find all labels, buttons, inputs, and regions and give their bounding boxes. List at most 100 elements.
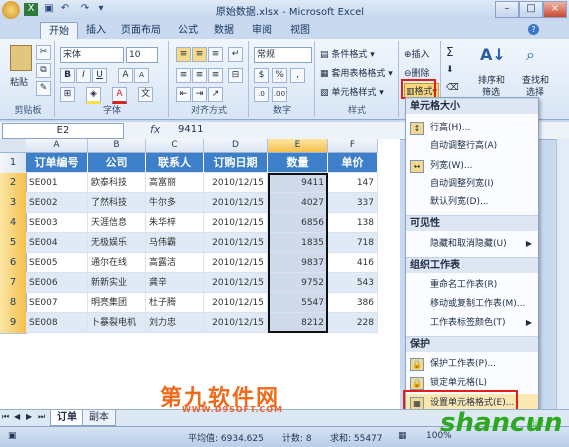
fill-icon[interactable]: ⬇ <box>446 65 454 75</box>
table-cell[interactable]: 牛尔多 <box>146 193 204 213</box>
row-header-7[interactable]: 7 <box>0 273 27 294</box>
menu-item-autofit-row[interactable]: 自动调整行高(A) <box>406 137 538 155</box>
table-header-cell[interactable]: 订单编号 <box>26 153 88 173</box>
paste-button[interactable]: 粘贴 <box>10 75 28 88</box>
insert-cells-button[interactable]: ⊕插入 <box>404 47 430 60</box>
cell-styles-button[interactable]: ▧ 单元格样式 ▾ <box>320 85 384 98</box>
menu-item-rename-sheet[interactable]: 重命名工作表(R) <box>406 276 538 294</box>
column-header-a[interactable]: A <box>26 139 88 153</box>
table-cell[interactable]: 朱华梓 <box>146 213 204 233</box>
table-cell[interactable]: 新新实业 <box>88 273 146 293</box>
name-box[interactable]: E2 <box>2 123 124 139</box>
sheet-nav-next-icon[interactable]: ▶ <box>26 412 32 421</box>
table-header-cell[interactable]: 订购日期 <box>204 153 268 173</box>
sheet-tab-copy[interactable]: 副本 <box>82 410 116 426</box>
table-cell[interactable]: 2010/12/15 <box>204 293 268 313</box>
table-cell[interactable]: 9837 <box>268 253 328 273</box>
menu-item-autofit-column[interactable]: 自动调整列宽(I) <box>406 175 538 193</box>
align-right-icon[interactable]: ≡ <box>208 68 223 83</box>
table-cell[interactable]: 2010/12/15 <box>204 233 268 253</box>
table-header-cell[interactable]: 数量 <box>268 153 328 173</box>
menu-item-row-height[interactable]: ↕ 行高(H)... <box>406 119 538 137</box>
menu-item-tab-color[interactable]: 工作表标签颜色(T) ▶ <box>406 314 538 332</box>
italic-button[interactable]: I <box>76 68 91 83</box>
table-header-cell[interactable]: 联系人 <box>146 153 204 173</box>
comma-button[interactable]: , <box>290 68 305 83</box>
table-cell[interactable]: 高露洁 <box>146 253 204 273</box>
table-cell[interactable]: 337 <box>328 193 378 213</box>
vertical-scrollbar[interactable] <box>556 139 569 409</box>
sheet-nav-first-icon[interactable]: ⏮ <box>2 412 9 422</box>
number-format-combo[interactable]: 常规 <box>254 47 312 63</box>
row-header-5[interactable]: 5 <box>0 233 27 254</box>
shrink-font-button[interactable]: A <box>134 68 149 83</box>
menu-item-column-width[interactable]: ↔ 列宽(W)... <box>406 157 538 175</box>
tab-review[interactable]: 审阅 <box>244 22 280 39</box>
redo-icon[interactable]: ↷ <box>78 3 92 16</box>
table-cell[interactable]: SE004 <box>26 233 88 253</box>
decrease-indent-icon[interactable]: ⇤ <box>176 87 191 102</box>
increase-decimal-icon[interactable]: .0 <box>254 87 269 102</box>
close-button[interactable]: × <box>543 1 567 18</box>
menu-item-default-width[interactable]: 默认列宽(D)... <box>406 193 538 211</box>
row-header-6[interactable]: 6 <box>0 253 27 274</box>
column-header-c[interactable]: C <box>146 139 204 153</box>
orientation-icon[interactable]: ↗ <box>208 87 223 102</box>
table-cell[interactable]: SE003 <box>26 213 88 233</box>
underline-button[interactable]: U <box>92 68 107 83</box>
font-color-button[interactable]: A <box>112 87 127 104</box>
merge-center-icon[interactable]: ⊟ <box>228 68 243 83</box>
table-cell[interactable]: 5547 <box>268 293 328 313</box>
undo-icon[interactable]: ↶ <box>58 3 72 16</box>
table-cell[interactable]: 416 <box>328 253 378 273</box>
font-size-combo[interactable]: 10 <box>126 47 158 63</box>
select-all-corner[interactable] <box>0 139 27 153</box>
table-header-cell[interactable]: 单价 <box>328 153 378 173</box>
table-cell[interactable]: 8212 <box>268 313 328 333</box>
row-header-4[interactable]: 4 <box>0 213 27 234</box>
tab-view[interactable]: 视图 <box>282 22 318 39</box>
office-button[interactable] <box>2 1 20 19</box>
percent-button[interactable]: % <box>272 68 287 83</box>
column-header-b[interactable]: B <box>88 139 146 153</box>
table-cell[interactable]: 明亮集团 <box>88 293 146 313</box>
fill-color-icon[interactable]: ◈ <box>86 87 101 104</box>
menu-item-protect-sheet[interactable]: 🔒 保护工作表(P)... <box>406 355 538 373</box>
clear-icon[interactable]: ⌫ <box>446 83 459 93</box>
table-cell[interactable]: 9411 <box>268 173 328 193</box>
column-header-e[interactable]: E <box>268 139 328 153</box>
sort-filter-icon[interactable]: A↓ <box>480 45 506 65</box>
row-header-1[interactable]: 1 <box>0 153 27 174</box>
table-cell[interactable]: 228 <box>328 313 378 333</box>
table-cell[interactable]: 无极娱乐 <box>88 233 146 253</box>
table-cell[interactable]: 欧泰科技 <box>88 173 146 193</box>
table-cell[interactable]: 386 <box>328 293 378 313</box>
grow-font-button[interactable]: A <box>118 68 133 83</box>
table-cell[interactable]: SE006 <box>26 273 88 293</box>
menu-item-hide-unhide[interactable]: 隐藏和取消隐藏(U) ▶ <box>406 235 538 253</box>
table-cell[interactable]: 天涯信息 <box>88 213 146 233</box>
bold-button[interactable]: B <box>60 68 75 83</box>
table-cell[interactable]: 龚辛 <box>146 273 204 293</box>
minimize-button[interactable]: – <box>495 1 519 18</box>
borders-icon[interactable]: ⊞ <box>60 87 75 102</box>
align-center-icon[interactable]: ≡ <box>192 68 207 83</box>
table-cell[interactable]: 9752 <box>268 273 328 293</box>
help-icon[interactable]: ? <box>528 24 539 35</box>
maximize-button[interactable]: □ <box>519 1 543 18</box>
row-header-3[interactable]: 3 <box>0 193 27 214</box>
table-cell[interactable]: 卜暴裂电机 <box>88 313 146 333</box>
table-cell[interactable]: 了然科技 <box>88 193 146 213</box>
align-top-icon[interactable]: ≡ <box>176 47 191 62</box>
insert-function-button[interactable]: fx <box>150 123 170 136</box>
font-name-combo[interactable]: 宋体 <box>60 47 124 63</box>
table-cell[interactable]: 2010/12/15 <box>204 313 268 333</box>
find-select-icon[interactable]: ⌕ <box>526 45 546 65</box>
sheet-tab-orders[interactable]: 订单 <box>50 410 84 426</box>
tab-home[interactable]: 开始 <box>40 22 78 40</box>
table-cell[interactable]: 2010/12/15 <box>204 173 268 193</box>
table-cell[interactable]: 高富丽 <box>146 173 204 193</box>
row-header-8[interactable]: 8 <box>0 293 27 314</box>
table-cell[interactable]: SE005 <box>26 253 88 273</box>
column-header-f[interactable]: F <box>328 139 378 153</box>
